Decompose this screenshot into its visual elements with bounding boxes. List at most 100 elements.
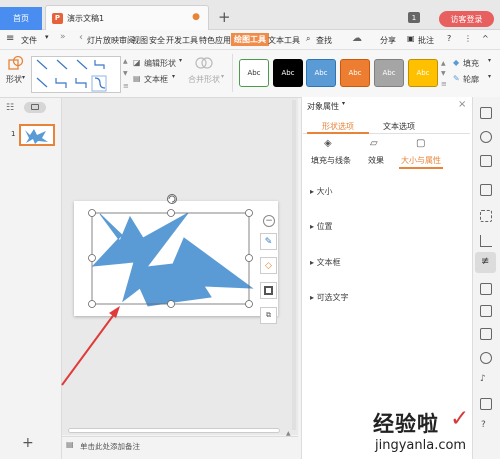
sidebar-layers-icon[interactable]	[480, 155, 492, 167]
notes-placeholder[interactable]: 单击此处添加备注	[80, 441, 140, 452]
new-tab-button[interactable]: +	[218, 8, 231, 26]
slide-view-toggle[interactable]	[24, 102, 46, 113]
search-button[interactable]: 查找	[316, 35, 332, 46]
window-count-badge[interactable]: 1	[408, 12, 420, 23]
tab-shape-options[interactable]: 形状选项	[322, 121, 354, 132]
edit-pen-icon[interactable]: ✎	[260, 233, 277, 250]
vertical-scrollbar[interactable]	[292, 100, 296, 430]
menu-left-arrow-icon[interactable]: ‹	[79, 32, 83, 43]
fill-icon[interactable]: ◆	[453, 58, 459, 67]
sidebar-play-icon[interactable]	[480, 352, 492, 364]
fill-button[interactable]: 填充	[463, 58, 479, 69]
horizontal-scrollbar[interactable]	[68, 428, 280, 433]
ribbon-divider	[232, 54, 233, 92]
sidebar-grid-icon[interactable]	[480, 210, 492, 222]
login-button[interactable]: 访客登录	[439, 11, 494, 27]
connector-gallery[interactable]	[31, 56, 121, 93]
wrap-text-icon[interactable]: ⧉	[260, 307, 277, 324]
document-tab[interactable]: P 演示文稿1 ●	[45, 5, 209, 30]
sidebar-select-icon[interactable]	[480, 107, 492, 119]
cloud-icon[interactable]: ☁	[352, 33, 362, 44]
gallery-up-icon[interactable]: ▲	[123, 58, 128, 65]
shape-style-3[interactable]: Abc	[306, 59, 336, 87]
shape-style-1[interactable]: Abc	[239, 59, 269, 87]
shape-label[interactable]: 形状	[6, 74, 22, 85]
edit-shape-button[interactable]: 编辑形状	[144, 58, 176, 69]
styles-down-icon[interactable]: ▼	[441, 70, 446, 77]
panel-title-dropdown-icon[interactable]: ▾	[342, 100, 345, 107]
section-textbox[interactable]: ▸ 文本框	[310, 257, 341, 268]
effects-icon[interactable]: ▱	[370, 138, 378, 149]
edit-shape-icon[interactable]: ◪	[133, 58, 141, 67]
outline-view-icon[interactable]: ☷	[6, 103, 14, 113]
fill-line-icon[interactable]: ◈	[324, 138, 332, 149]
collapse-mini-toolbar-icon[interactable]: −	[263, 215, 275, 227]
share-button[interactable]: 分享	[380, 35, 396, 46]
gallery-down-icon[interactable]: ▼	[123, 70, 128, 77]
file-dropdown-icon[interactable]: ▾	[45, 33, 49, 41]
gallery-expand-icon[interactable]: ≡	[123, 82, 129, 90]
text-box-icon[interactable]: ▤	[133, 74, 141, 83]
section-position[interactable]: ▸ 位置	[310, 221, 333, 232]
more-icon[interactable]: ⋮	[464, 34, 472, 43]
sidebar-shape-icon[interactable]	[480, 131, 492, 143]
add-slide-button[interactable]: +	[22, 435, 34, 451]
panel-title: 对象属性	[307, 102, 339, 111]
home-tab[interactable]: 首页	[0, 7, 42, 30]
styles-expand-icon[interactable]: ≡	[441, 80, 447, 88]
subtab-size-property[interactable]: 大小与属性	[401, 155, 441, 166]
outline-dropdown-icon[interactable]: ▾	[488, 73, 491, 80]
menu-item-text-tools[interactable]: 文本工具	[268, 35, 300, 46]
active-subtab-indicator	[399, 167, 443, 169]
sidebar-properties-icon: ≢	[481, 256, 490, 267]
fill-dropdown-icon[interactable]: ▾	[488, 57, 491, 64]
search-icon[interactable]: ⌕	[306, 34, 310, 44]
outline-button[interactable]: 轮廓	[463, 74, 479, 85]
tab-text-options[interactable]: 文本选项	[383, 121, 415, 132]
sidebar-sound-icon[interactable]: ♪	[480, 374, 486, 384]
shapes-icon[interactable]	[8, 55, 24, 71]
annotate-icon[interactable]: ▣	[407, 34, 415, 43]
watermark-logo: 经验啦 ✓ jingyanla.com	[373, 406, 500, 459]
subtab-fill-line[interactable]: 填充与线条	[311, 155, 351, 166]
text-box-dropdown-icon[interactable]: ▾	[172, 73, 175, 80]
connector-lines-icon	[36, 59, 107, 92]
size-property-icon[interactable]: ▢	[416, 138, 425, 149]
text-box-button[interactable]: 文本框	[144, 74, 168, 85]
edit-shape-dropdown-icon[interactable]: ▾	[179, 57, 182, 64]
collapse-ribbon-icon[interactable]: ^	[482, 34, 489, 43]
sidebar-doc-icon[interactable]	[480, 283, 492, 295]
slide-thumbnail[interactable]	[19, 124, 55, 146]
canvas-overlay	[61, 194, 254, 386]
shape-dropdown-icon[interactable]: ▾	[22, 74, 25, 81]
help-icon[interactable]: ?	[447, 34, 451, 43]
menu-item-slideshow[interactable]: 灯片放映	[87, 35, 119, 46]
shape-fill-icon[interactable]: ◇	[260, 257, 277, 274]
menu-item-security[interactable]: 安全	[149, 35, 165, 46]
styles-up-icon[interactable]: ▲	[441, 60, 446, 67]
menu-item-drawing-tools[interactable]: 绘图工具	[231, 33, 269, 46]
sidebar-chart-icon[interactable]	[480, 235, 492, 247]
section-alt-text[interactable]: ▸ 可选文字	[310, 292, 349, 303]
chevrons-icon[interactable]: »	[60, 32, 66, 42]
shape-style-2[interactable]: Abc	[273, 59, 303, 87]
section-size[interactable]: ▸ 大小	[310, 186, 333, 197]
shape-style-5[interactable]: Abc	[374, 59, 404, 87]
menu-item-devtools[interactable]: 开发工具	[166, 35, 198, 46]
shape-style-4[interactable]: Abc	[340, 59, 370, 87]
menu-item-view[interactable]: 视图	[132, 35, 148, 46]
section-textbox-label: 文本框	[316, 258, 341, 267]
outline-icon[interactable]: ✎	[453, 74, 460, 83]
file-menu[interactable]: 文件	[21, 35, 37, 46]
sidebar-template-icon[interactable]	[480, 305, 492, 317]
shape-outline-icon[interactable]	[260, 282, 277, 299]
sidebar-copy-icon[interactable]	[480, 184, 492, 196]
panel-close-button[interactable]: ×	[458, 99, 466, 110]
annotate-button[interactable]: 批注	[418, 35, 434, 46]
sidebar-box-icon[interactable]	[480, 328, 492, 340]
menu-item-features[interactable]: 特色应用	[199, 35, 231, 46]
hamburger-icon[interactable]: ≡	[6, 33, 14, 44]
subtab-effects[interactable]: 效果	[368, 155, 384, 166]
shape-style-6[interactable]: Abc	[408, 59, 438, 87]
outline-square-icon	[264, 286, 273, 295]
